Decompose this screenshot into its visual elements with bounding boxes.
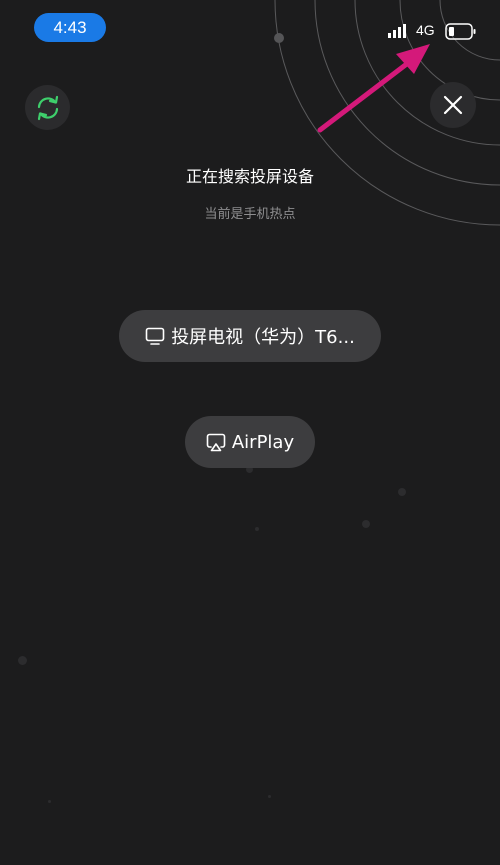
refresh-icon <box>37 95 58 120</box>
airplay-icon <box>206 433 226 452</box>
decor-dot <box>48 800 51 803</box>
close-icon <box>443 95 463 115</box>
decor-dot <box>268 795 271 798</box>
decor-dot <box>398 488 406 496</box>
battery-low-icon <box>445 23 476 40</box>
decor-dot <box>18 656 27 665</box>
cast-search-screen: 4:43 4G 正在搜索投屏设备 当前是手机热点 投屏电视（华为）T6... A… <box>0 0 500 865</box>
close-button[interactable] <box>430 82 476 128</box>
device-label: 投屏电视（华为）T6... <box>171 327 355 348</box>
device-huawei-tv-button[interactable]: 投屏电视（华为）T6... <box>119 310 381 362</box>
signal-bars-icon <box>388 24 406 38</box>
network-type: 4G <box>416 22 435 38</box>
device-airplay-button[interactable]: AirPlay <box>185 416 315 468</box>
device-label: AirPlay <box>231 431 295 453</box>
tv-icon <box>145 327 165 345</box>
network-status-text: 当前是手机热点 <box>204 207 296 222</box>
decor-dot <box>362 520 370 528</box>
page-title: 正在搜索投屏设备 <box>185 167 314 186</box>
refresh-button[interactable] <box>25 85 70 130</box>
decor-dot <box>255 527 259 531</box>
